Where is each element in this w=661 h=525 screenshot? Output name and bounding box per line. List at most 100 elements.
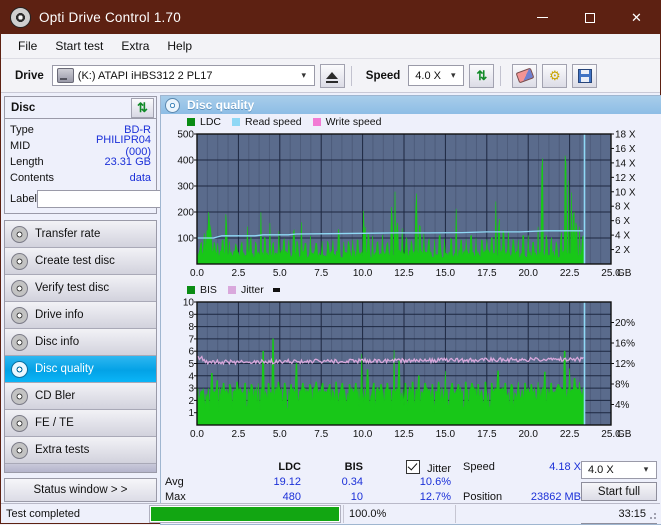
- content-area: Disc quality LDC Read speed Write speed …: [159, 93, 661, 525]
- start-full-button[interactable]: Start full: [581, 482, 657, 502]
- svg-text:200: 200: [177, 208, 194, 219]
- sidebar-item-disc-info[interactable]: Disc info: [5, 329, 156, 356]
- disc-row-value: 23.31 GB: [70, 156, 151, 168]
- svg-text:7.5: 7.5: [314, 429, 328, 440]
- sidebar-item-verify-test-disc[interactable]: Verify test disc: [5, 275, 156, 302]
- stats-bis-avg: 0.34: [301, 475, 363, 490]
- close-icon: ✕: [631, 10, 642, 26]
- disc-icon: [11, 280, 28, 297]
- disc-icon: [11, 226, 28, 243]
- resize-grip[interactable]: [647, 510, 657, 520]
- svg-text:15.0: 15.0: [436, 268, 456, 279]
- main-body: Disc ⇅ Type BD-R MID PHILIPR04 (000) Len…: [1, 93, 660, 525]
- svg-text:20%: 20%: [615, 318, 635, 329]
- panel-header: Disc quality: [161, 96, 661, 114]
- svg-text:0.0: 0.0: [190, 268, 204, 279]
- charts-container: LDC Read speed Write speed 1002003004005…: [161, 114, 661, 458]
- jitter-checkbox[interactable]: [406, 460, 420, 474]
- disc-icon: [11, 388, 28, 405]
- sidebar-item-label: FE / TE: [35, 417, 74, 429]
- stats-meta-blank: [463, 475, 519, 490]
- status-window-button[interactable]: Status window > >: [4, 478, 157, 502]
- svg-text:1: 1: [188, 408, 194, 419]
- save-button[interactable]: [572, 64, 597, 88]
- maximize-icon: [585, 13, 595, 23]
- legend-swatch-ldc: [187, 118, 195, 126]
- eject-button[interactable]: [320, 64, 345, 88]
- legend-swatch-marker: [273, 288, 280, 292]
- test-speed-select[interactable]: 4.0 X ▾: [581, 461, 657, 479]
- disc-row-key: Type: [10, 124, 70, 136]
- svg-text:10.0: 10.0: [353, 429, 373, 440]
- minimize-button[interactable]: [519, 1, 566, 34]
- sidebar-item-disc-quality[interactable]: Disc quality: [5, 356, 156, 383]
- stats-ldc-avg: 19.12: [223, 475, 301, 490]
- disc-icon: [11, 442, 28, 459]
- drive-select[interactable]: (K:) ATAPI iHBS312 2 PL17 ▾: [52, 65, 315, 86]
- ldc-chart-legend: LDC Read speed Write speed: [161, 115, 661, 128]
- disc-icon: [11, 361, 28, 378]
- minimize-icon: [537, 17, 548, 18]
- disc-refresh-button[interactable]: ⇅: [131, 98, 154, 118]
- svg-text:7.5: 7.5: [314, 268, 328, 279]
- menu-extra[interactable]: Extra: [112, 36, 158, 56]
- sidebar-item-label: Extra tests: [35, 444, 89, 456]
- sidebar-item-create-test-disc[interactable]: Create test disc: [5, 248, 156, 275]
- disc-icon: [11, 334, 28, 351]
- sidebar-item-extra-tests[interactable]: Extra tests: [5, 437, 156, 464]
- svg-text:5.0: 5.0: [273, 268, 287, 279]
- window-title: Opti Drive Control 1.70: [39, 10, 181, 25]
- close-button[interactable]: ✕: [613, 1, 660, 34]
- sidebar-item-label: Drive info: [35, 309, 84, 321]
- svg-text:12.5: 12.5: [394, 268, 414, 279]
- svg-text:12 X: 12 X: [615, 173, 636, 184]
- legend-label-read-speed: Read speed: [245, 116, 302, 128]
- progress-bar-fill: [151, 507, 339, 521]
- stats-jitter-avg: 10.6%: [377, 475, 451, 490]
- sidebar-item-transfer-rate[interactable]: Transfer rate: [5, 221, 156, 248]
- speed-stat-label: Speed: [463, 460, 519, 475]
- disc-row-key: Length: [10, 156, 70, 168]
- erase-button[interactable]: [512, 64, 537, 88]
- eraser-icon: [515, 68, 534, 84]
- menu-help[interactable]: Help: [158, 36, 201, 56]
- jitter-label: Jitter: [427, 463, 451, 475]
- title-bar: Opti Drive Control 1.70 ✕: [1, 1, 660, 34]
- svg-text:300: 300: [177, 182, 194, 193]
- tools-button[interactable]: ⚙: [542, 64, 567, 88]
- disc-icon: [11, 307, 28, 324]
- svg-text:4%: 4%: [615, 400, 630, 411]
- sidebar-item-label: Transfer rate: [35, 228, 100, 240]
- speed-select[interactable]: 4.0 X ▾: [408, 65, 464, 86]
- menu-start-test[interactable]: Start test: [46, 36, 112, 56]
- test-speed-value: 4.0 X: [584, 464, 638, 476]
- tools-icon: ⚙: [549, 69, 561, 82]
- svg-text:17.5: 17.5: [477, 429, 497, 440]
- legend-swatch-bis: [187, 286, 195, 294]
- sidebar-item-fe-te[interactable]: FE / TE: [5, 410, 156, 437]
- svg-text:8 X: 8 X: [615, 202, 630, 213]
- speed-label: Speed: [366, 70, 401, 82]
- refresh-button[interactable]: ⇅: [469, 64, 494, 88]
- svg-text:7: 7: [188, 334, 194, 345]
- legend-label-bis: BIS: [200, 284, 217, 296]
- menu-file[interactable]: File: [9, 36, 46, 56]
- drive-toolbar: Drive (K:) ATAPI iHBS312 2 PL17 ▾ Speed …: [1, 59, 660, 93]
- panel-title: Disc quality: [187, 98, 254, 112]
- svg-text:22.5: 22.5: [560, 429, 580, 440]
- maximize-button[interactable]: [566, 1, 613, 34]
- disc-info-rows: Type BD-R MID PHILIPR04 (000) Length 23.…: [5, 119, 156, 213]
- svg-text:100: 100: [177, 234, 194, 245]
- toolbar-divider-2: [500, 66, 501, 86]
- bis-chart: 123456789104%8%12%16%20%0.02.55.07.510.0…: [161, 296, 661, 442]
- chevron-down-icon: ▾: [445, 70, 461, 81]
- stats-meta-blank-2: [519, 475, 581, 490]
- legend-swatch-read-speed: [232, 118, 240, 126]
- sidebar-item-drive-info[interactable]: Drive info: [5, 302, 156, 329]
- svg-text:17.5: 17.5: [477, 268, 497, 279]
- eject-icon: [326, 72, 338, 79]
- sidebar-item-cd-bler[interactable]: CD Bler: [5, 383, 156, 410]
- svg-text:0.0: 0.0: [190, 429, 204, 440]
- speed-select-value: 4.0 X: [411, 70, 445, 82]
- jitter-toggle-row: Jitter: [377, 460, 451, 475]
